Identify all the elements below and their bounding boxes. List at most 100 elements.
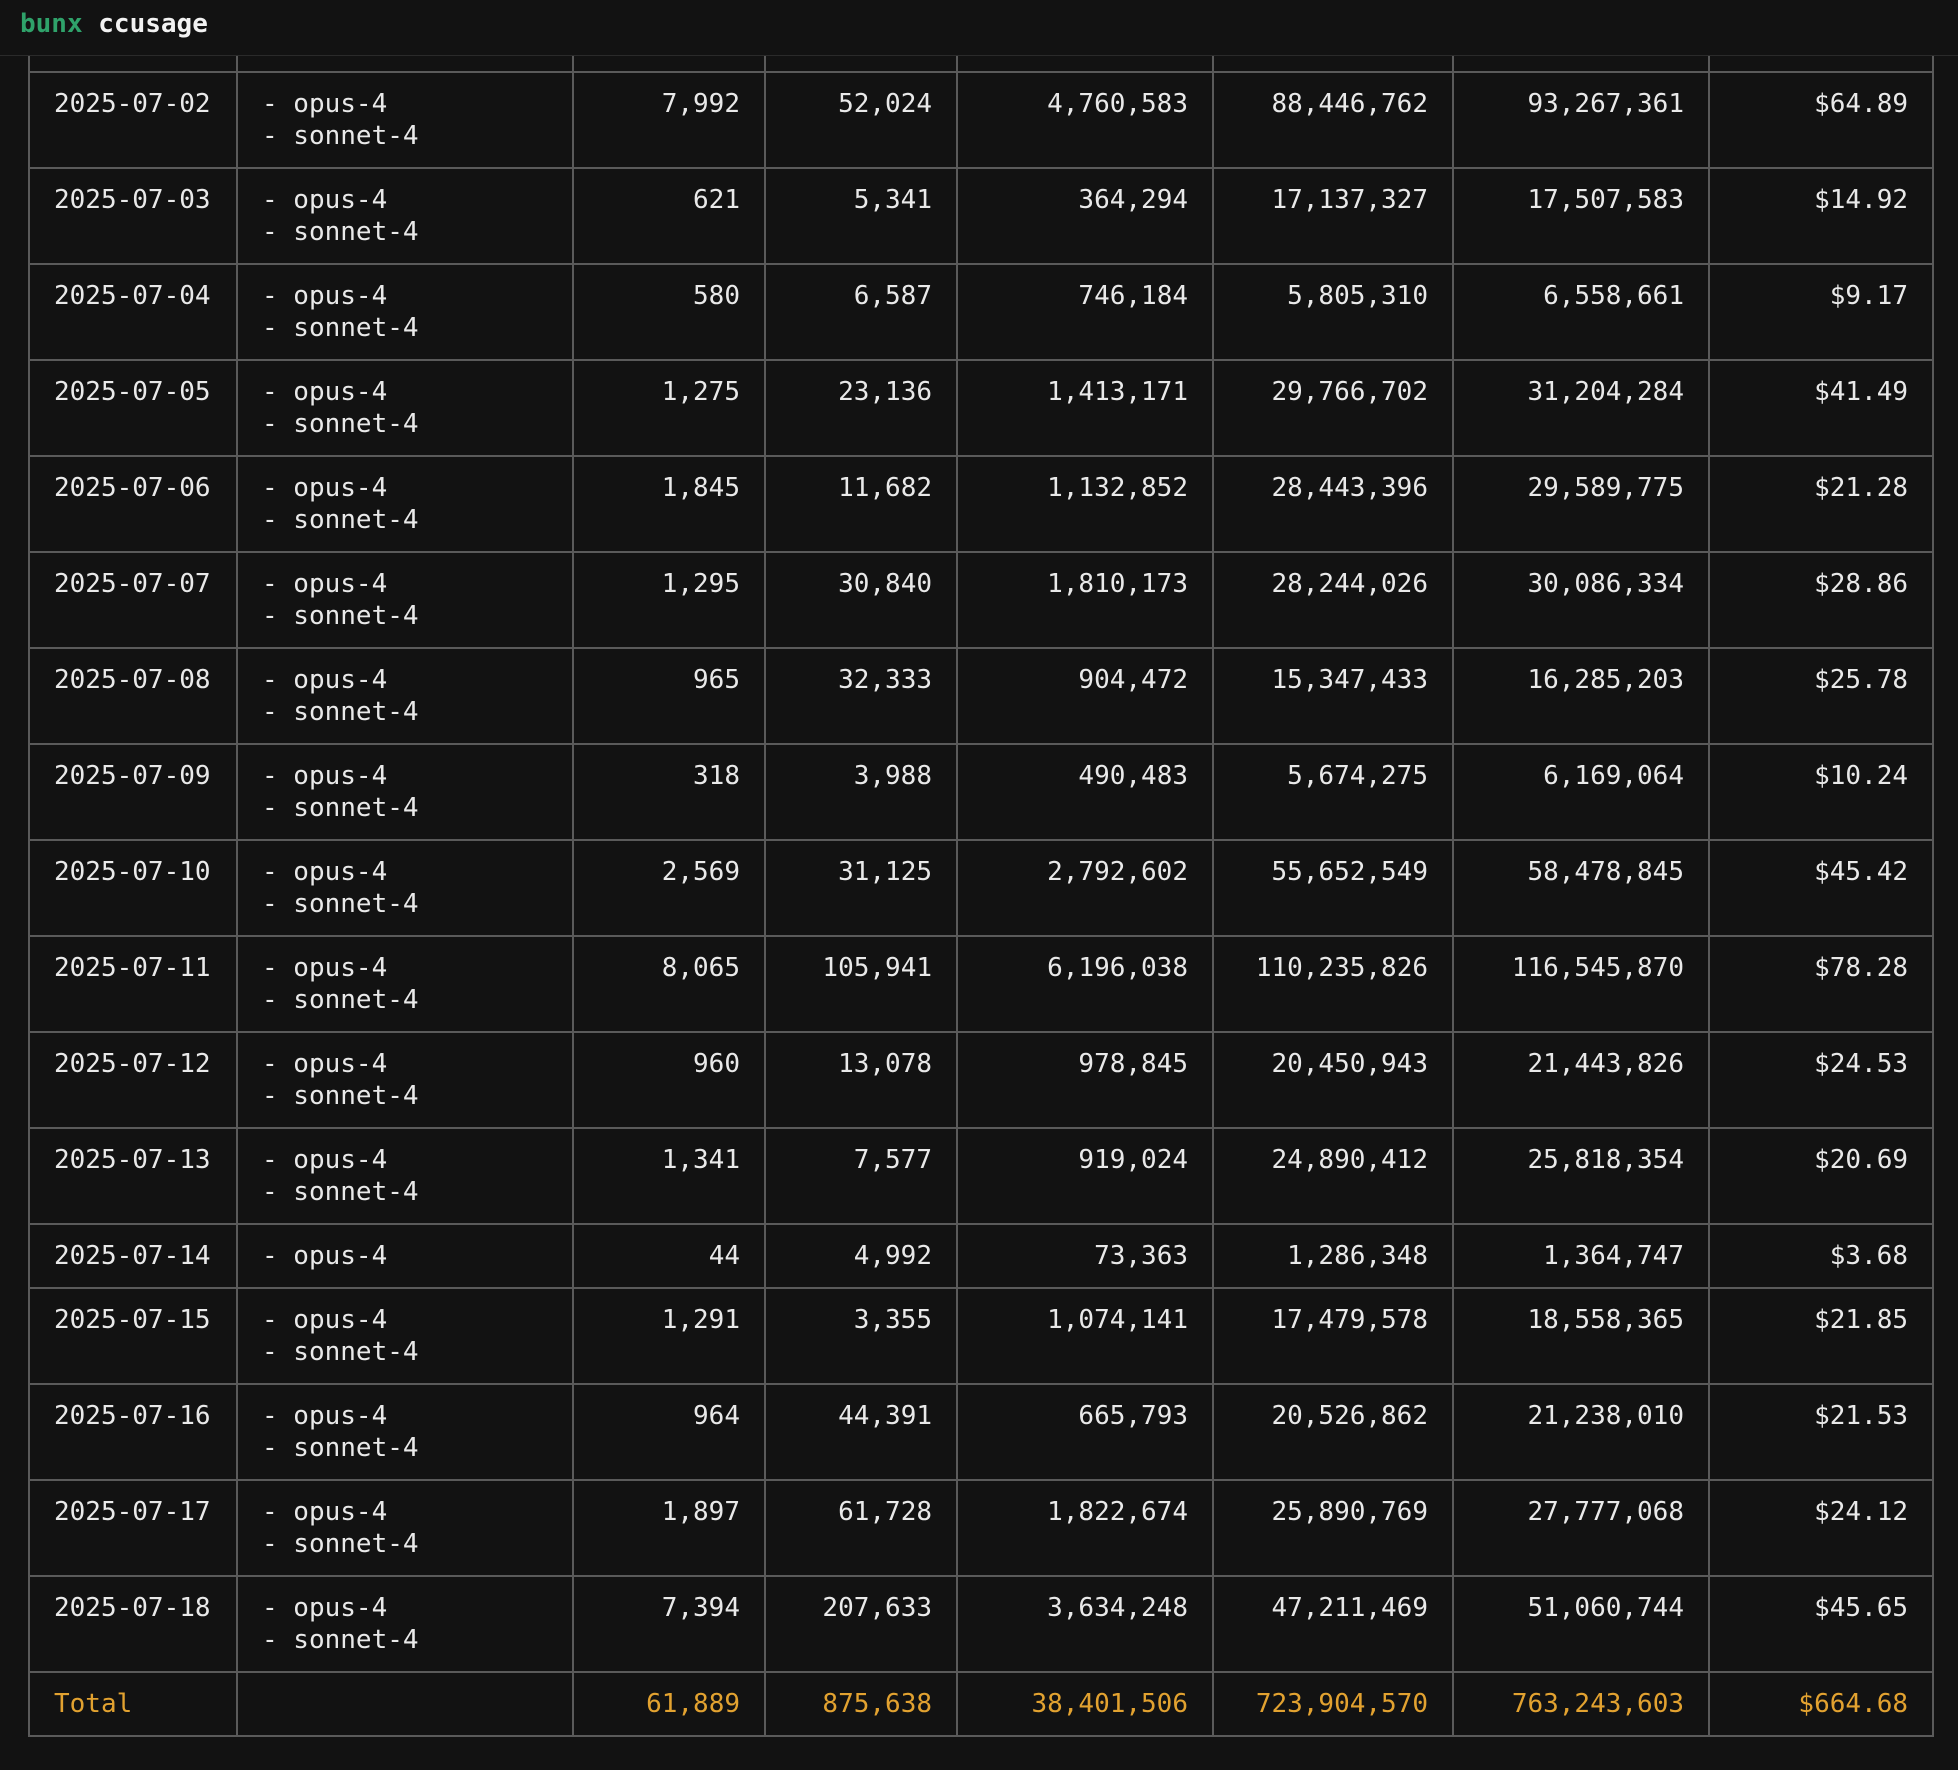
table-row: 2025-07-05- opus-4- sonnet-4 1,275 23,136 1… — [28, 359, 1934, 457]
cache-create-cell: 746,184 — [956, 263, 1214, 361]
date-cell: 2025-07-11 — [28, 935, 238, 1033]
table-row: 2025-07-16- opus-4- sonnet-4 964 44,391 665… — [28, 1383, 1934, 1481]
date-cell: 2025-07-15 — [28, 1287, 238, 1385]
total-output-tokens-cell: 875,638 — [764, 1671, 958, 1737]
cache-create-cell: 904,472 — [956, 647, 1214, 745]
input-tokens-cell: 1,845 — [572, 455, 766, 553]
total-tokens-cell: 29,589,775 — [1452, 455, 1710, 553]
cache-create-cell: 1,132,852 — [956, 455, 1214, 553]
total-tokens-cell: 30,086,334 — [1452, 551, 1710, 649]
model-name: - opus-4 — [262, 953, 388, 983]
model-name: - sonnet-4 — [262, 697, 419, 727]
date-cell: 2025-07-03 — [28, 167, 238, 265]
cache-create-cell: 4,760,583 — [956, 71, 1214, 169]
models-cell: - opus-4- sonnet-4 — [236, 647, 574, 745]
cache-create-cell: 1,822,674 — [956, 1479, 1214, 1577]
output-tokens-cell: 3,988 — [764, 743, 958, 841]
model-name: - sonnet-4 — [262, 313, 419, 343]
model-name: - opus-4 — [262, 1241, 388, 1271]
total-tokens-cell: 93,267,361 — [1452, 71, 1710, 169]
model-name: - opus-4 — [262, 761, 388, 791]
output-tokens-cell: 7,577 — [764, 1127, 958, 1225]
model-name: - sonnet-4 — [262, 121, 419, 151]
output-tokens-cell: 30,840 — [764, 551, 958, 649]
models-cell: - opus-4- sonnet-4 — [236, 71, 574, 169]
total-tokens-cell: 16,285,203 — [1452, 647, 1710, 745]
date-cell: 2025-07-06 — [28, 455, 238, 553]
table-row: 2025-07-14 - opus-4 44 4,992 73,363 1,286,348… — [28, 1223, 1934, 1289]
cache-read-cell: 15,347,433 — [1212, 647, 1454, 745]
table-row: 2025-07-04- opus-4- sonnet-4 580 6,587 746,… — [28, 263, 1934, 361]
cost-cell: $25.78 — [1708, 647, 1934, 745]
cost-cell: $45.65 — [1708, 1575, 1934, 1673]
model-name: - opus-4 — [262, 1145, 388, 1175]
model-name: - opus-4 — [262, 1049, 388, 1079]
cache-read-cell: 17,479,578 — [1212, 1287, 1454, 1385]
cache-create-cell: 490,483 — [956, 743, 1214, 841]
model-name: - opus-4 — [262, 473, 388, 503]
input-tokens-cell: 1,897 — [572, 1479, 766, 1577]
model-name: - sonnet-4 — [262, 505, 419, 535]
model-name: - opus-4 — [262, 89, 388, 119]
output-tokens-cell: 207,633 — [764, 1575, 958, 1673]
cost-cell: $20.69 — [1708, 1127, 1934, 1225]
command-arg: ccusage — [98, 9, 208, 39]
model-name: - sonnet-4 — [262, 793, 419, 823]
total-tokens-cell: 1,364,747 — [1452, 1223, 1710, 1289]
total-tokens-cell: 21,238,010 — [1452, 1383, 1710, 1481]
total-tokens-cell: 27,777,068 — [1452, 1479, 1710, 1577]
cache-create-cell: 1,413,171 — [956, 359, 1214, 457]
model-name: - opus-4 — [262, 569, 388, 599]
input-tokens-cell: 965 — [572, 647, 766, 745]
date-cell: 2025-07-05 — [28, 359, 238, 457]
input-tokens-cell: 318 — [572, 743, 766, 841]
output-tokens-cell: 6,587 — [764, 263, 958, 361]
date-cell: 2025-07-13 — [28, 1127, 238, 1225]
cost-cell: $9.17 — [1708, 263, 1934, 361]
cost-cell: $21.85 — [1708, 1287, 1934, 1385]
table-row: 2025-07-07- opus-4- sonnet-4 1,295 30,840 1… — [28, 551, 1934, 649]
model-name: - sonnet-4 — [262, 1625, 419, 1655]
cost-cell: $21.28 — [1708, 455, 1934, 553]
output-tokens-cell: 5,341 — [764, 167, 958, 265]
total-total-tokens-cell: 763,243,603 — [1452, 1671, 1710, 1737]
command-text: bunx ccusage — [20, 9, 208, 39]
models-cell: - opus-4- sonnet-4 — [236, 1575, 574, 1673]
models-cell: - opus-4- sonnet-4 — [236, 1287, 574, 1385]
table-row: 2025-07-13- opus-4- sonnet-4 1,341 7,577 91… — [28, 1127, 1934, 1225]
input-tokens-cell: 1,275 — [572, 359, 766, 457]
cache-create-cell: 665,793 — [956, 1383, 1214, 1481]
model-name: - sonnet-4 — [262, 1433, 419, 1463]
output-tokens-cell: 23,136 — [764, 359, 958, 457]
table-row: 2025-07-03- opus-4- sonnet-4 621 5,341 364,… — [28, 167, 1934, 265]
terminal-window: bunx ccusage 2025-07-02- opus-4- sonnet-… — [0, 0, 1958, 1770]
date-cell: 2025-07-12 — [28, 1031, 238, 1129]
total-tokens-cell: 116,545,870 — [1452, 935, 1710, 1033]
models-cell: - opus-4- sonnet-4 — [236, 743, 574, 841]
output-tokens-cell: 11,682 — [764, 455, 958, 553]
cache-create-cell: 2,792,602 — [956, 839, 1214, 937]
cache-read-cell: 55,652,549 — [1212, 839, 1454, 937]
model-name: - opus-4 — [262, 857, 388, 887]
total-cache-read-cell: 723,904,570 — [1212, 1671, 1454, 1737]
models-cell: - opus-4- sonnet-4 — [236, 359, 574, 457]
models-cell: - opus-4- sonnet-4 — [236, 1031, 574, 1129]
cache-read-cell: 28,244,026 — [1212, 551, 1454, 649]
table-row-cut-off — [28, 56, 1934, 73]
table-row: 2025-07-02- opus-4- sonnet-4 7,992 52,024 4… — [28, 71, 1934, 169]
date-cell: 2025-07-10 — [28, 839, 238, 937]
table-row: 2025-07-08- opus-4- sonnet-4 965 32,333 904… — [28, 647, 1934, 745]
input-tokens-cell: 621 — [572, 167, 766, 265]
cache-read-cell: 29,766,702 — [1212, 359, 1454, 457]
input-tokens-cell: 1,291 — [572, 1287, 766, 1385]
model-name: - opus-4 — [262, 665, 388, 695]
cost-cell: $14.92 — [1708, 167, 1934, 265]
total-label: Total — [28, 1671, 238, 1737]
cache-read-cell: 17,137,327 — [1212, 167, 1454, 265]
total-cost-cell: $664.68 — [1708, 1671, 1934, 1737]
models-cell: - opus-4- sonnet-4 — [236, 1383, 574, 1481]
cache-create-cell: 1,810,173 — [956, 551, 1214, 649]
model-name: - sonnet-4 — [262, 601, 419, 631]
models-cell: - opus-4- sonnet-4 — [236, 263, 574, 361]
total-tokens-cell: 31,204,284 — [1452, 359, 1710, 457]
